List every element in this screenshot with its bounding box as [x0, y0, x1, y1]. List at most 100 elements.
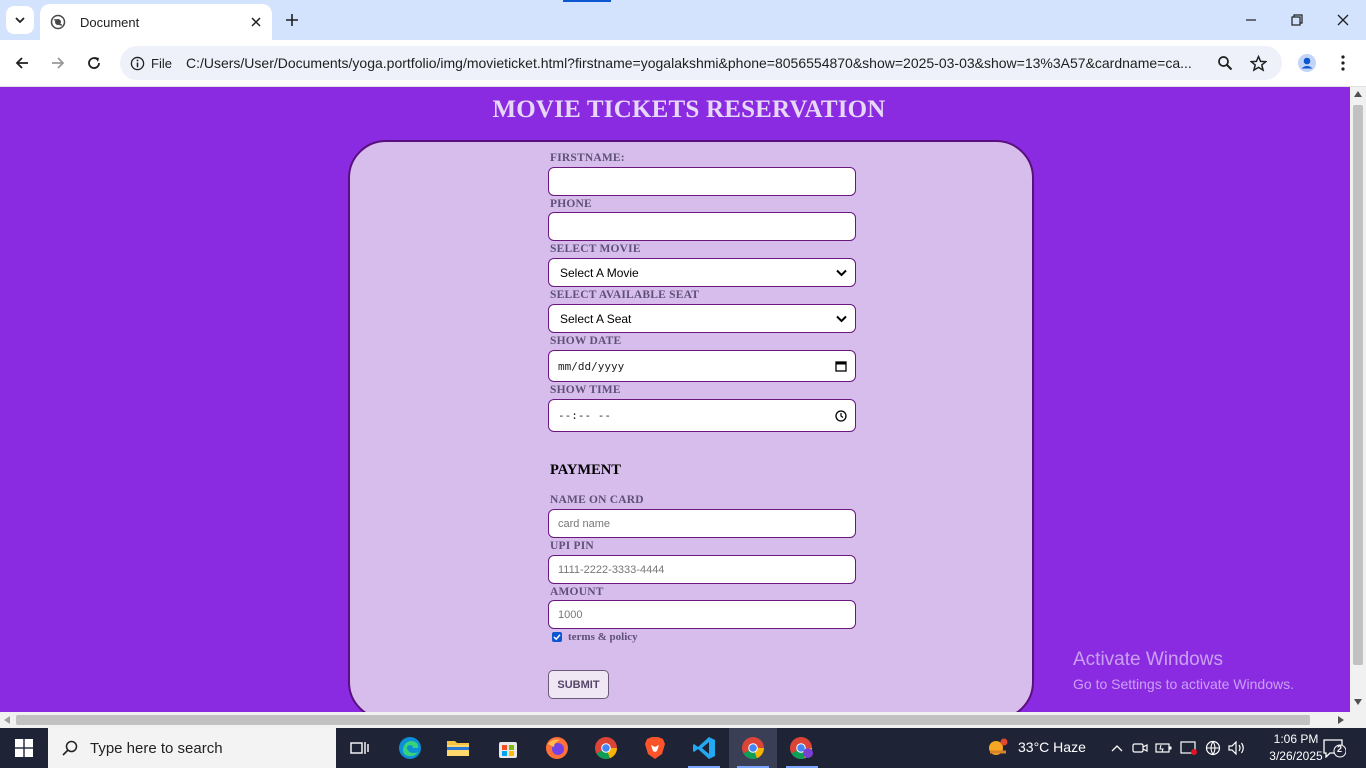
brave-app[interactable] [631, 728, 679, 768]
phone-input[interactable] [548, 212, 856, 241]
store-app[interactable] [484, 728, 532, 768]
seat-select[interactable]: Select A Seat [548, 304, 856, 333]
task-view-button[interactable] [336, 728, 384, 768]
vertical-scroll-thumb[interactable] [1353, 105, 1363, 665]
chrome-app[interactable] [582, 728, 630, 768]
seat-label: SELECT AVAILABLE SEAT [550, 289, 700, 301]
scroll-down-icon[interactable] [1354, 699, 1362, 705]
chevron-up-icon[interactable] [1108, 738, 1126, 758]
vscode-icon [693, 737, 715, 759]
network-icon[interactable] [1204, 738, 1222, 758]
firstname-label: FIRSTNAME: [550, 152, 625, 164]
movie-label: SELECT MOVIE [550, 243, 641, 255]
vertical-scrollbar[interactable] [1350, 87, 1366, 712]
phone-label: PHONE [550, 198, 592, 210]
profile-icon [1298, 54, 1316, 72]
firefox-app[interactable] [533, 728, 581, 768]
movie-select-value: Select A Movie [560, 265, 639, 280]
terms-label: terms & policy [568, 631, 638, 643]
horizontal-scroll-thumb[interactable] [16, 715, 1310, 725]
close-window-button[interactable] [1320, 0, 1366, 40]
volume-icon[interactable] [1228, 738, 1246, 758]
edge-icon [399, 737, 421, 759]
watermark-subtitle: Go to Settings to activate Windows. [1073, 676, 1294, 692]
browser-tab[interactable]: Document [40, 4, 272, 40]
horizontal-scrollbar[interactable] [0, 712, 1350, 728]
new-tab-button[interactable] [280, 8, 304, 32]
zoom-icon[interactable] [1213, 51, 1237, 75]
page-title: MOVIE TICKETS RESERVATION [492, 96, 886, 123]
minimize-button[interactable] [1228, 0, 1274, 40]
start-button[interactable] [0, 728, 48, 768]
upi-pin-input[interactable]: 1111-2222-3333-4444 [548, 555, 856, 584]
chevron-down-icon [15, 17, 25, 24]
show-date-input[interactable]: mm/dd/yyyy [548, 350, 856, 382]
notifications-button[interactable]: 2 [1322, 738, 1347, 759]
watermark-title: Activate Windows [1073, 649, 1223, 670]
close-icon [1337, 14, 1349, 26]
card-name-input[interactable]: card name [548, 509, 856, 538]
recording-icon[interactable] [1180, 738, 1198, 758]
amount-input[interactable]: 1000 [548, 600, 856, 629]
reload-button[interactable] [80, 49, 108, 77]
terms-checkbox[interactable] [552, 632, 562, 642]
plus-icon [286, 14, 298, 26]
notification-count: 2 [1337, 744, 1343, 754]
profile-button[interactable] [1293, 49, 1321, 77]
browser-menu-button[interactable] [1329, 49, 1357, 77]
restore-icon [1291, 14, 1303, 26]
search-placeholder: Type here to search [90, 739, 223, 757]
check-icon [553, 634, 561, 641]
edge-app[interactable] [386, 728, 434, 768]
show-time-input[interactable]: --:-- -- [548, 399, 856, 432]
page-viewport: MOVIE TICKETS RESERVATION FIRSTNAME: PHO… [0, 87, 1350, 712]
chrome-icon [595, 737, 617, 759]
folder-icon [447, 741, 469, 756]
scroll-up-icon[interactable] [1354, 91, 1362, 97]
terms-row: terms & policy [552, 631, 638, 643]
chrome-profile-icon [790, 737, 813, 759]
tab-indicator [563, 0, 611, 2]
chrome-profile-app[interactable] [778, 728, 826, 768]
scroll-right-icon[interactable] [1338, 716, 1344, 724]
address-bar[interactable]: File C:/Users/User/Documents/yoga.portfo… [120, 46, 1282, 80]
chrome-window-app[interactable] [729, 728, 777, 768]
amount-placeholder: 1000 [558, 608, 583, 621]
calendar-icon[interactable] [835, 351, 847, 381]
back-button[interactable] [8, 49, 36, 77]
taskbar: Type here to search 33°C Haze 1:06 PM 3/… [0, 728, 1366, 768]
clock-icon[interactable] [835, 400, 847, 431]
battery-icon[interactable] [1155, 738, 1173, 758]
firstname-input[interactable] [548, 167, 856, 196]
close-tab-icon[interactable] [246, 12, 266, 32]
restore-button[interactable] [1274, 0, 1320, 40]
scroll-left-icon[interactable] [4, 716, 10, 724]
chevron-down-icon [836, 305, 847, 332]
arrow-left-icon [15, 57, 28, 69]
meet-now-icon[interactable] [1131, 738, 1149, 758]
globe-icon [50, 14, 66, 30]
time-placeholder: --:-- -- [558, 409, 611, 422]
tab-search-button[interactable] [6, 6, 34, 34]
weather-text[interactable]: 33°C Haze [1018, 739, 1086, 755]
file-explorer-app[interactable] [434, 728, 482, 768]
forward-button[interactable] [44, 49, 72, 77]
task-view-icon [350, 742, 369, 754]
site-info-chip[interactable]: File [130, 50, 182, 76]
weather-icon[interactable] [986, 738, 1010, 758]
minimize-icon [1246, 19, 1256, 21]
tab-strip: Document [0, 0, 1366, 40]
arrow-right-icon [52, 57, 65, 69]
info-icon [130, 56, 145, 70]
notification-icon [1323, 739, 1347, 759]
submit-button[interactable]: SUBMIT [548, 670, 609, 699]
taskbar-search[interactable]: Type here to search [48, 728, 336, 768]
upi-label: UPI PIN [550, 540, 594, 552]
movie-select[interactable]: Select A Movie [548, 258, 856, 287]
vscode-app[interactable] [680, 728, 728, 768]
search-icon [62, 740, 78, 756]
bookmark-star-icon[interactable] [1246, 51, 1270, 75]
tab-title: Document [80, 14, 140, 30]
upi-placeholder: 1111-2222-3333-4444 [558, 563, 665, 576]
url-text[interactable]: C:/Users/User/Documents/yoga.portfolio/i… [186, 55, 1206, 71]
